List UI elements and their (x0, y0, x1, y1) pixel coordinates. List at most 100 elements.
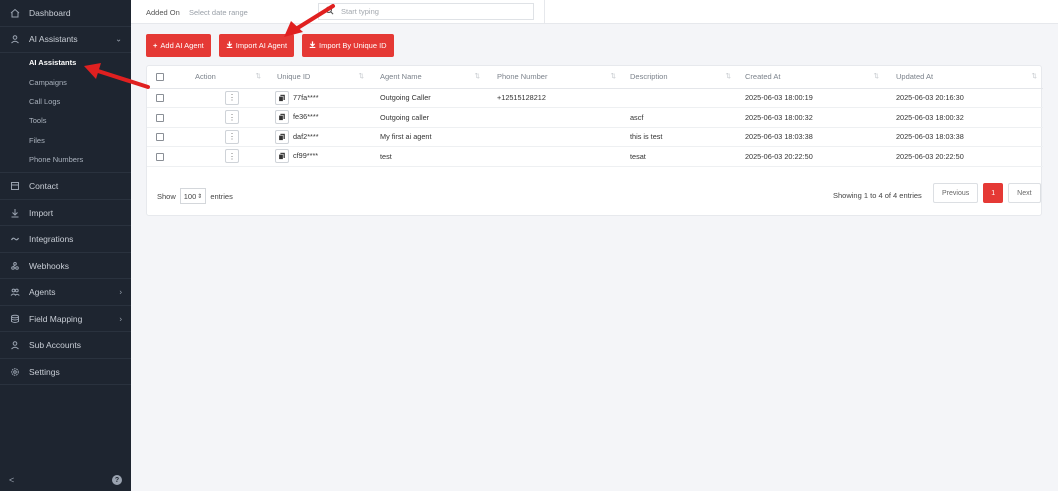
copy-icon[interactable] (275, 90, 289, 105)
table-footer: Show 100 ⇕ entries Showing 1 to 4 of 4 en… (147, 181, 1041, 207)
updated-at-cell: 2025-06-03 20:22:50 (885, 146, 1043, 167)
gear-icon (9, 366, 21, 378)
search-input[interactable]: Start typing (318, 3, 534, 20)
updated-at-cell: 2025-06-03 18:03:38 (885, 127, 1043, 147)
row-actions-menu-button[interactable]: ⋮ (225, 90, 239, 105)
contact-icon (9, 180, 21, 192)
row-checkbox[interactable] (156, 94, 164, 103)
agents-table: Action ⇅ Unique ID ⇅ Agent Name ⇅ Phone Num… (147, 66, 1043, 167)
sidebar-item-label: Integrations (29, 234, 74, 245)
sidebar-item-label: Webhooks (29, 260, 70, 271)
collapse-sidebar-icon[interactable]: < (9, 475, 14, 485)
sidebar-item-import[interactable]: Import (0, 200, 131, 227)
row-checkbox[interactable] (156, 152, 164, 161)
phone-number-cell: +12515128212 (486, 88, 622, 108)
sidebar-item-ai-assistants[interactable]: AI Assistants ⌄ (0, 27, 131, 53)
row-select-cell (147, 107, 180, 128)
page-size-select[interactable]: 100 ⇕ (179, 188, 207, 204)
added-on-label: Added On (146, 8, 180, 17)
sidebar-item-label: Contact (29, 181, 59, 192)
column-header-phone-number[interactable]: Phone Number ⇅ (486, 66, 622, 89)
action-cell: ⋮ (180, 88, 267, 108)
sort-icon: ⇅ (255, 73, 261, 80)
phone-number-cell (486, 146, 622, 167)
unique-id-cell: fe36**** (267, 107, 370, 128)
user-icon (9, 339, 21, 351)
sort-icon: ⇅ (610, 73, 616, 80)
row-checkbox[interactable] (156, 133, 164, 142)
import-ai-agent-button[interactable]: Import AI Agent (218, 34, 295, 57)
row-actions-menu-button[interactable]: ⋮ (225, 129, 239, 144)
search-placeholder: Start typing (341, 7, 379, 16)
column-header-unique-id[interactable]: Unique ID ⇅ (267, 66, 370, 89)
sidebar-item-integrations[interactable]: Integrations (0, 226, 131, 253)
select-all-cell (147, 66, 180, 89)
row-select-cell (147, 146, 180, 167)
pagination-info: Showing 1 to 4 of 4 entries (833, 191, 922, 200)
submenu-item-campaigns[interactable]: Campaigns (0, 72, 131, 91)
import-by-unique-id-button[interactable]: Import By Unique ID (302, 34, 394, 57)
sidebar-item-webhooks[interactable]: Webhooks (0, 253, 131, 280)
add-ai-agent-button[interactable]: + Add AI Agent (146, 34, 211, 57)
column-header-created-at[interactable]: Created At ⇅ (737, 66, 885, 89)
submenu-item-phone-numbers[interactable]: Phone Numbers (0, 150, 131, 169)
webhook-icon (9, 260, 21, 272)
agents-table-card: Action ⇅ Unique ID ⇅ Agent Name ⇅ Phone Num… (146, 65, 1043, 216)
table-row: ⋮ 77fa**** Outgoing Caller +12515128212 2025… (147, 88, 1043, 108)
action-cell: ⋮ (180, 107, 267, 128)
table-row: ⋮ daf2**** My first ai agent this is test 20… (147, 127, 1043, 147)
unique-id-cell: 77fa**** (267, 88, 370, 108)
users-icon (9, 286, 21, 298)
copy-icon[interactable] (275, 110, 289, 125)
agent-name-cell: test (370, 146, 486, 167)
page-size-control: Show 100 ⇕ entries (157, 188, 233, 204)
sidebar-item-agents[interactable]: Agents › (0, 279, 131, 306)
sidebar-item-settings[interactable]: Settings (0, 359, 131, 386)
sidebar-item-label: Settings (29, 366, 60, 377)
phone-number-cell (486, 127, 622, 147)
submenu-item-tools[interactable]: Tools (0, 111, 131, 130)
column-header-description[interactable]: Description ⇅ (622, 66, 737, 89)
entries-label: entries (210, 191, 233, 201)
row-checkbox[interactable] (156, 113, 164, 122)
previous-page-button[interactable]: Previous (933, 183, 979, 203)
sort-icon: ⇅ (1031, 73, 1037, 80)
sidebar-footer: < ? (0, 469, 131, 491)
page-1-button[interactable]: 1 (983, 183, 1004, 203)
sidebar-item-contact[interactable]: Contact (0, 173, 131, 200)
chevron-right-icon: › (119, 287, 122, 297)
date-range-input[interactable]: Select date range (189, 8, 248, 17)
sidebar-item-label: Dashboard (29, 7, 71, 18)
agent-name-cell: Outgoing Caller (370, 88, 486, 108)
description-cell: ascf (622, 107, 737, 128)
help-icon[interactable]: ? (112, 475, 122, 485)
submenu-item-ai-assistants[interactable]: AI Assistants (0, 53, 131, 72)
submenu-item-call-logs[interactable]: Call Logs (0, 92, 131, 111)
download-icon (309, 41, 316, 50)
column-header-agent-name[interactable]: Agent Name ⇅ (370, 66, 486, 89)
column-header-action[interactable]: Action ⇅ (180, 66, 267, 89)
unique-id-value: 77fa**** (293, 92, 319, 102)
row-actions-menu-button[interactable]: ⋮ (225, 110, 239, 125)
select-all-checkbox[interactable] (156, 73, 164, 82)
copy-icon[interactable] (275, 129, 289, 144)
updated-at-cell: 2025-06-03 18:00:32 (885, 107, 1043, 128)
created-at-cell: 2025-06-03 20:22:50 (737, 146, 885, 167)
sidebar-item-label: Sub Accounts (29, 340, 81, 351)
next-page-button[interactable]: Next (1008, 183, 1041, 203)
agent-name-cell: My first ai agent (370, 127, 486, 147)
copy-icon[interactable] (275, 149, 289, 164)
action-cell: ⋮ (180, 146, 267, 167)
search-icon (325, 6, 334, 17)
sidebar-item-sub-accounts[interactable]: Sub Accounts (0, 332, 131, 359)
table-header-row: Action ⇅ Unique ID ⇅ Agent Name ⇅ Phone Num… (147, 66, 1043, 89)
sidebar-item-label: Agents (29, 287, 56, 298)
submenu-item-files[interactable]: Files (0, 131, 131, 150)
sidebar-item-field-mapping[interactable]: Field Mapping › (0, 306, 131, 333)
unique-id-value: cf99**** (293, 151, 319, 161)
row-actions-menu-button[interactable]: ⋮ (225, 149, 239, 164)
sidebar-item-dashboard[interactable]: Dashboard (0, 0, 131, 27)
column-header-updated-at[interactable]: Updated At ⇅ (885, 66, 1043, 89)
description-cell: this is test (622, 127, 737, 147)
unique-id-cell: cf99**** (267, 146, 370, 167)
